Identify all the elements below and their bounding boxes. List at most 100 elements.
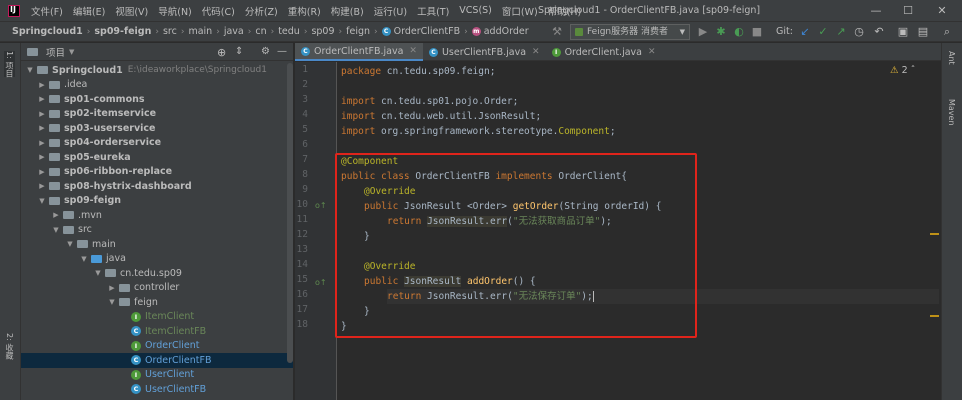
tree-row[interactable]: ▼ java [21, 252, 293, 267]
collapse-all-icon[interactable]: ⇕ [235, 46, 243, 57]
tree-row[interactable]: ▶ .idea [21, 78, 293, 93]
tree-row[interactable]: ▶ sp06-ribbon-replace [21, 165, 293, 180]
hide-icon[interactable]: — [277, 46, 287, 57]
tree-row[interactable]: ▼ sp09-feign [21, 194, 293, 209]
maximize-icon[interactable]: ☐ [900, 3, 916, 19]
ant-tool-tab[interactable]: Ant [947, 51, 956, 65]
stop-icon[interactable]: ■ [750, 25, 764, 39]
warning-stripe-marker[interactable] [930, 233, 939, 235]
tree-row[interactable]: ▶ sp03-userservice [21, 121, 293, 136]
menu-analyze[interactable]: 分析(Z) [240, 4, 283, 18]
chevron-right-icon: ▶ [109, 283, 115, 292]
git-push-icon[interactable]: ↗ [834, 25, 848, 39]
menu-code[interactable]: 代码(C) [197, 4, 240, 18]
breadcrumb-sp09[interactable]: sp09 [309, 26, 336, 37]
warnings-indicator[interactable]: ⚠ 2 ˆ [890, 65, 915, 76]
tree-row[interactable]: I UserClient [21, 368, 293, 383]
close-window-icon[interactable]: ✕ [934, 3, 950, 19]
menu-run[interactable]: 运行(U) [369, 4, 412, 18]
close-icon[interactable]: ✕ [409, 46, 417, 56]
git-update-icon[interactable]: ↙ [798, 25, 812, 39]
breadcrumb-project[interactable]: Springcloud1 [0, 26, 85, 37]
favorites-tool-tab[interactable]: 2: 收藏 [4, 333, 15, 359]
search-everywhere-icon[interactable]: ⌕ [940, 25, 954, 39]
menu-refactor[interactable]: 重构(R) [283, 4, 326, 18]
breadcrumb-method[interactable]: m addOrder [470, 26, 531, 37]
line-number: 13 [296, 244, 308, 255]
tree-item-label: OrderClient [145, 340, 200, 352]
chevron-down-icon[interactable]: ▼ [69, 48, 74, 56]
tree-row[interactable]: ▶ sp04-orderservice [21, 136, 293, 151]
editor-gutter[interactable]: 1 2 3 4 5 6 7 8 9 10 11 12 13 14 15 16 1… [295, 62, 337, 400]
locate-icon[interactable]: ⊕ [217, 46, 226, 59]
line-number: 2 [302, 79, 308, 90]
tree-row[interactable]: ▶ sp01-commons [21, 92, 293, 107]
project-scrollbar[interactable] [287, 63, 293, 363]
settings-icon[interactable]: ▤ [916, 25, 930, 39]
tree-row[interactable]: ▶ sp02-itemservice [21, 107, 293, 122]
tab-label: UserClientFB.java [441, 46, 527, 58]
breadcrumb-class[interactable]: C OrderClientFB [380, 26, 462, 37]
tree-row[interactable]: ▶ controller [21, 281, 293, 296]
tab-userclientfb[interactable]: C UserClientFB.java ✕ [423, 43, 546, 61]
override-marker-icon[interactable]: o↑ [315, 201, 327, 210]
close-icon[interactable]: ✕ [532, 47, 540, 57]
tab-orderclientfb[interactable]: C OrderClientFB.java ✕ [295, 43, 423, 61]
tree-item-label: main [92, 238, 116, 250]
interface-icon: I [131, 340, 141, 351]
breadcrumb-feign[interactable]: feign [344, 26, 372, 37]
coverage-icon[interactable]: ◐ [732, 25, 746, 39]
run-icon[interactable]: ▶ [696, 25, 710, 39]
breadcrumb-src[interactable]: src [161, 26, 179, 37]
menu-build[interactable]: 构建(B) [326, 4, 369, 18]
line-number: 14 [296, 259, 308, 270]
menu-vcs[interactable]: VCS(S) [454, 5, 497, 16]
menu-edit[interactable]: 编辑(E) [68, 4, 110, 18]
project-panel-title[interactable]: 项目 [46, 45, 65, 59]
maven-tool-tab[interactable]: Maven [947, 99, 956, 126]
tree-row-selected[interactable]: C OrderClientFB [21, 353, 293, 368]
folder-icon [63, 225, 74, 234]
tree-row-root[interactable]: ▼ Springcloud1 E:\ideaworkplace\Springclou… [21, 63, 293, 78]
menu-file[interactable]: 文件(F) [26, 4, 68, 18]
hammer-icon[interactable]: ⚒ [550, 25, 564, 39]
tree-item-label: src [78, 224, 92, 236]
tree-row[interactable]: ▶ .mvn [21, 208, 293, 223]
tree-row[interactable]: ▶ sp08-hystrix-dashboard [21, 179, 293, 194]
project-tool-tab[interactable]: 1: 项目 [4, 51, 15, 78]
breadcrumb-java[interactable]: java [222, 26, 246, 37]
tree-row[interactable]: C ItemClientFB [21, 324, 293, 339]
tree-row[interactable]: ▼ cn.tedu.sp09 [21, 266, 293, 281]
tree-row[interactable]: C UserClientFB [21, 382, 293, 397]
tree-row[interactable]: I ItemClient [21, 310, 293, 325]
minimize-icon[interactable]: — [868, 3, 884, 19]
tree-row[interactable]: ▼ main [21, 237, 293, 252]
rollback-icon[interactable]: ↶ [872, 25, 886, 39]
gear-icon[interactable]: ⚙ [261, 46, 270, 57]
menu-view[interactable]: 视图(V) [110, 4, 153, 18]
menu-tools[interactable]: 工具(T) [412, 4, 454, 18]
tab-orderclient[interactable]: I OrderClient.java ✕ [546, 43, 662, 61]
line-number: 12 [296, 229, 308, 240]
breadcrumb-main[interactable]: main [186, 26, 214, 37]
tree-row[interactable]: ▶ sp05-eureka [21, 150, 293, 165]
close-icon[interactable]: ✕ [648, 47, 656, 57]
debug-icon[interactable]: ✱ [714, 25, 728, 39]
tree-item-label: sp06-ribbon-replace [64, 166, 173, 178]
line-number: 7 [302, 154, 308, 165]
override-marker-icon[interactable]: o↑ [315, 278, 327, 287]
git-commit-icon[interactable]: ✓ [816, 25, 830, 39]
tree-row[interactable]: I OrderClient [21, 339, 293, 354]
breadcrumb-cn[interactable]: cn [253, 26, 268, 37]
tree-row[interactable]: ▼ src [21, 223, 293, 238]
run-config-select[interactable]: Feign服务器 消费者 ▼ [570, 24, 690, 40]
breadcrumb-module[interactable]: sp09-feign [92, 26, 153, 37]
warnings-count: 2 [901, 65, 908, 76]
menu-navigate[interactable]: 导航(N) [153, 4, 197, 18]
breadcrumb-tedu[interactable]: tedu [276, 26, 302, 37]
tree-row[interactable]: ▼ feign [21, 295, 293, 310]
project-structure-icon[interactable]: ▣ [896, 25, 910, 39]
history-icon[interactable]: ◷ [852, 25, 866, 39]
warning-stripe-marker[interactable] [930, 315, 939, 317]
menu-window[interactable]: 窗口(W) [497, 4, 543, 18]
